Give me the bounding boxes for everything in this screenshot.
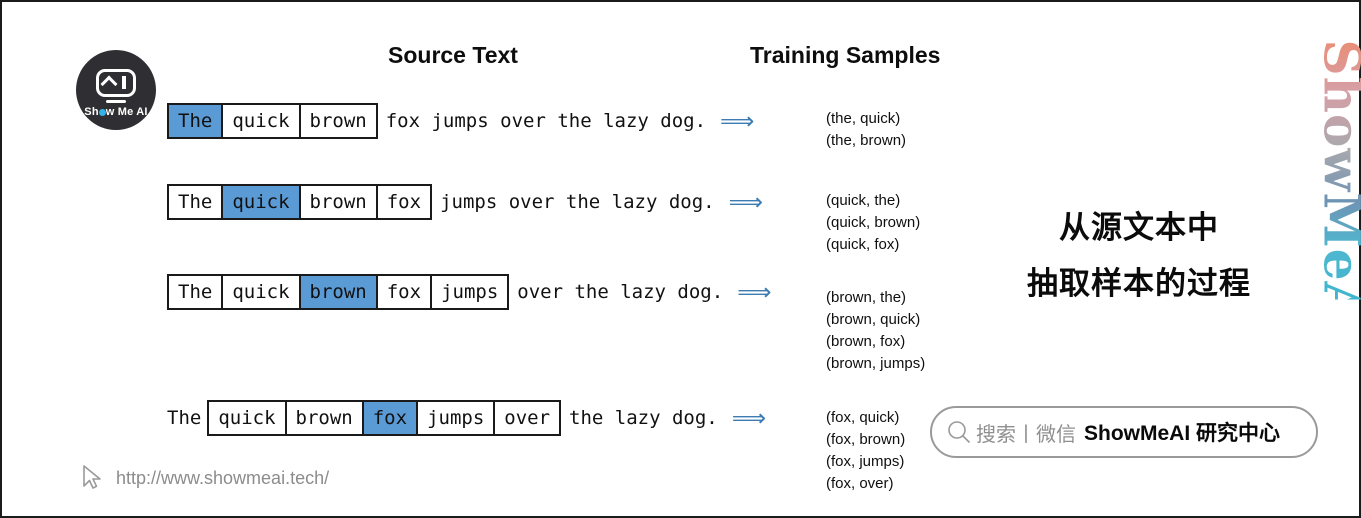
right-arrow-icon: ⟹ <box>737 278 772 306</box>
token-box: fox <box>376 274 432 310</box>
sentence-tail-text: over the lazy dog. <box>517 281 724 303</box>
showmeai-logo: Sh w Me AI <box>76 50 156 130</box>
stand-icon <box>106 100 126 103</box>
cursor-icon <box>83 465 101 489</box>
footer-url: http://www.showmeai.tech/ <box>116 467 330 488</box>
sentence-row: The quick brown fox jumps over the lazy dog. ⟹ <box>167 400 766 436</box>
showmeai-watermark: ShowMeAI <box>1313 40 1361 346</box>
right-arrow-icon: ⟹ <box>728 188 764 216</box>
logo-label-part2: w Me AI <box>105 106 148 118</box>
column-header-training-samples: Training Samples <box>750 42 941 68</box>
sentence-tail-text: fox jumps over the lazy dog. <box>385 110 707 132</box>
logo-dot-icon <box>98 109 106 116</box>
token-box: brown <box>299 103 378 139</box>
sentence-tail-text: the lazy dog. <box>569 407 718 429</box>
token-box-highlighted: fox <box>362 400 418 436</box>
slide-canvas: Sh w Me AI Source Text Training Samples T… <box>0 0 1361 518</box>
logo-label: Sh w Me AI <box>76 106 156 118</box>
token-box: quick <box>222 274 300 310</box>
sentence-lead-text: The <box>167 407 202 429</box>
token-box: quick <box>222 103 300 139</box>
search-pill-query: ShowMeAI 研究中心 <box>1084 422 1281 445</box>
token-box-highlighted: The <box>167 103 223 139</box>
training-sample-group: (brown, the) (brown, quick) (brown, fox)… <box>826 289 926 372</box>
training-sample-group: (the, quick) (the, brown) <box>826 110 907 149</box>
token-box: brown <box>285 400 363 436</box>
logo-label-part1: Sh <box>84 106 99 118</box>
training-sample-group: (fox, quick) (fox, brown) (fox, jumps) (… <box>826 409 906 492</box>
token-box: quick <box>207 400 286 436</box>
sentence-tail-text: jumps over the lazy dog. <box>440 191 715 213</box>
token-box-group: The quick brown fox jumps <box>167 274 510 310</box>
sentence-row: The quick brown fox jumps over the lazy dog.… <box>167 184 763 220</box>
token-box: brown <box>299 184 377 220</box>
token-box: jumps <box>431 274 510 310</box>
training-sample-group: (quick, the) (quick, brown) (quick, fox) <box>826 192 921 253</box>
token-box-group: The quick brown <box>167 103 378 139</box>
column-header-source-text: Source Text <box>388 42 518 68</box>
token-box-highlighted: quick <box>222 184 300 220</box>
footer: http://www.showmeai.tech/ <box>80 464 329 492</box>
token-box: The <box>167 274 223 310</box>
token-box-highlighted: brown <box>299 274 377 310</box>
search-pill-placeholder: 搜索丨微信 <box>976 423 1076 446</box>
token-box: jumps <box>417 400 495 436</box>
caption-line-1: 从源文本中 <box>1059 210 1219 245</box>
token-box-group: The quick brown fox <box>167 184 433 220</box>
caption-line-2: 抽取样本的过程 <box>1027 266 1251 301</box>
token-box: fox <box>376 184 433 220</box>
search-icon <box>948 421 971 444</box>
chinese-caption: 从源文本中 抽取样本的过程 <box>1004 200 1274 312</box>
right-arrow-icon: ⟹ <box>720 107 755 135</box>
token-box: over <box>494 400 562 436</box>
sentence-row: The quick brown fox jumps over the lazy dog… <box>167 103 754 139</box>
bar-icon <box>122 76 126 89</box>
right-arrow-icon: ⟹ <box>731 404 767 432</box>
wechat-search-pill[interactable]: 搜索丨微信 ShowMeAI 研究中心 <box>930 406 1318 458</box>
sentence-row: The quick brown fox jumps over the lazy dog. ⟹ <box>167 274 772 310</box>
token-box-group: quick brown fox jumps over <box>207 400 562 436</box>
token-box: The <box>167 184 223 220</box>
